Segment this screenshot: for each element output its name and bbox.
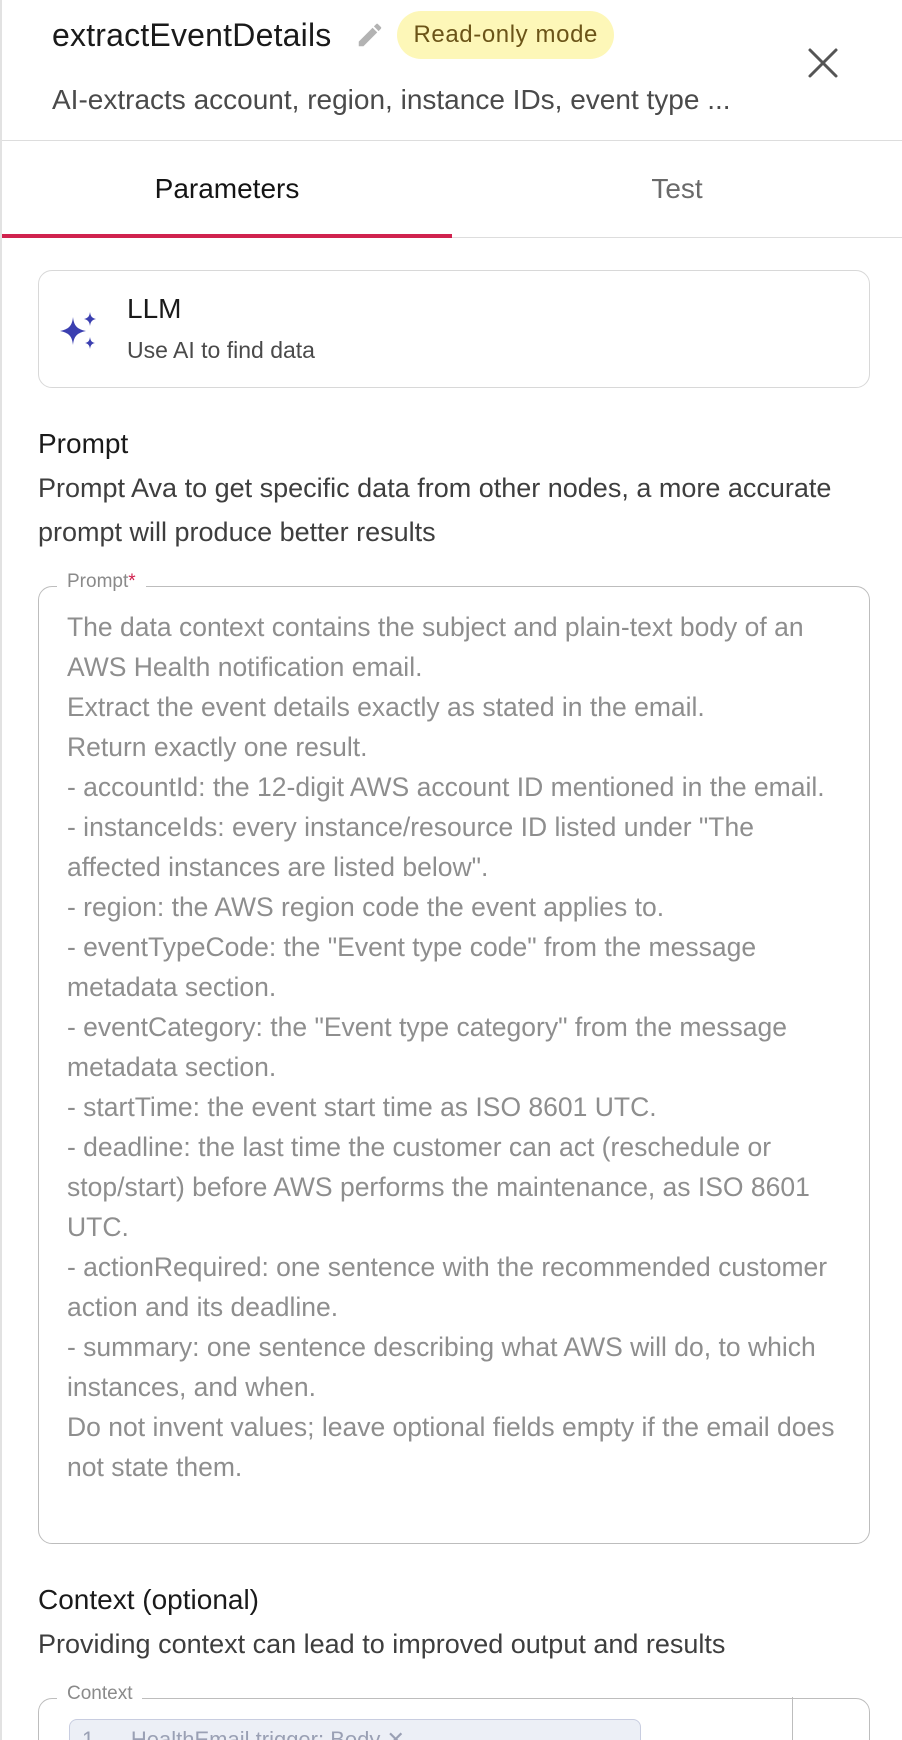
llm-description: Use AI to find data (127, 337, 315, 363)
prompt-label-text: Prompt (67, 571, 129, 592)
close-icon[interactable] (806, 46, 840, 80)
tab-test[interactable]: Test (452, 141, 902, 237)
pencil-icon[interactable] (353, 18, 387, 52)
prompt-textarea[interactable]: Prompt* The data context contains the su… (38, 571, 870, 1544)
context-chip[interactable]: 1. ... HealthEmail.trigger: Body ✕ (69, 1719, 641, 1740)
prompt-value: The data context contains the subject an… (67, 612, 835, 1482)
context-dropdown-divider (791, 1697, 793, 1740)
prompt-section-title: Prompt (38, 428, 129, 459)
panel-header: extractEventDetails Read-only mode AI-ex… (2, 0, 902, 141)
required-marker: * (128, 571, 136, 592)
context-field-label: Context (57, 1683, 143, 1705)
context-field[interactable]: Context 1. ... HealthEmail.trigger: Body… (38, 1683, 870, 1740)
node-description: AI-extracts account, region, instance ID… (52, 84, 731, 115)
context-section-description: Providing context can lead to improved o… (38, 1629, 726, 1659)
node-details-panel: extractEventDetails Read-only mode AI-ex… (0, 0, 902, 1740)
llm-method-card[interactable]: LLM Use AI to find data (38, 270, 870, 388)
llm-title: LLM (127, 293, 182, 324)
node-title: extractEventDetails (52, 16, 332, 53)
title-row: extractEventDetails Read-only mode (52, 10, 614, 60)
sparkles-icon (57, 309, 101, 353)
prompt-section-description: Prompt Ava to get specific data from oth… (38, 473, 832, 547)
tab-parameters[interactable]: Parameters (2, 141, 452, 238)
read-only-badge: Read-only mode (397, 11, 614, 59)
context-section-title: Context (optional) (38, 1584, 260, 1615)
prompt-field-label: Prompt* (57, 571, 146, 593)
tab-bar: Parameters Test (2, 141, 902, 238)
